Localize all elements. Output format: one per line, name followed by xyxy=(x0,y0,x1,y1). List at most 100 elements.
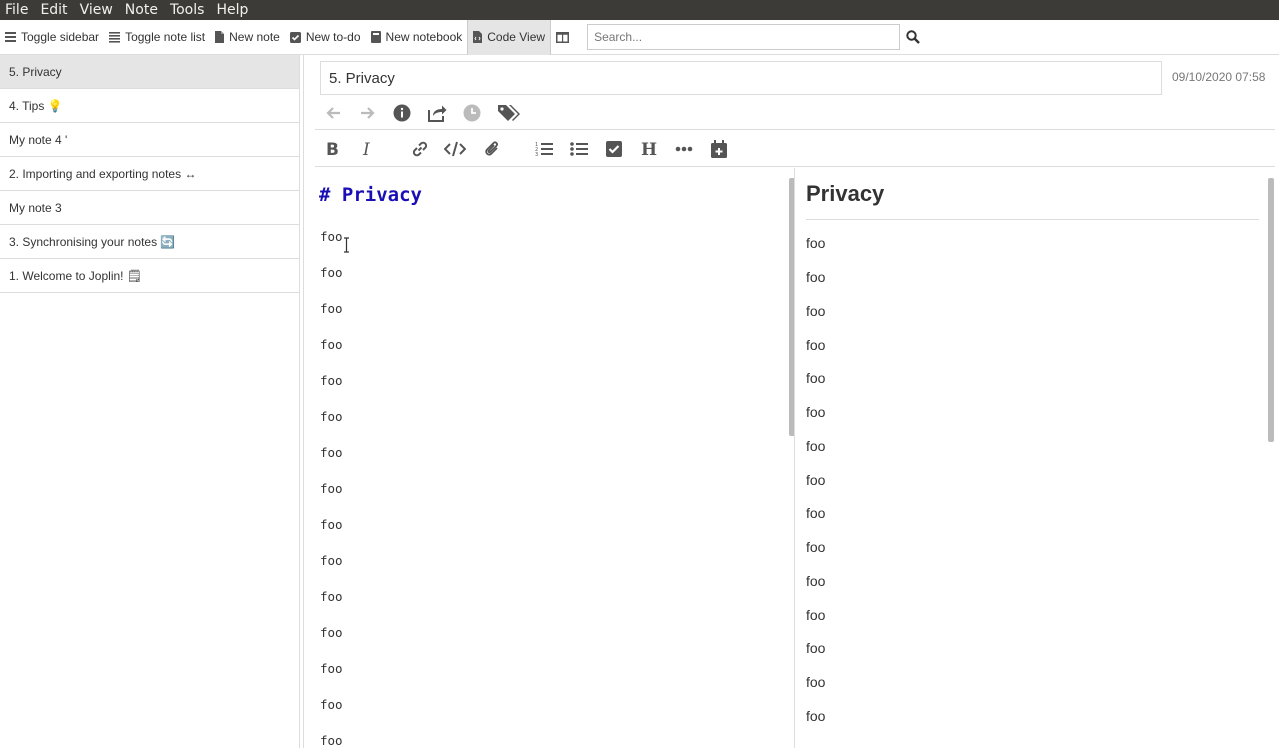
arrow-right-icon xyxy=(361,107,375,119)
svg-text:B: B xyxy=(326,141,339,157)
italic-icon: I xyxy=(362,141,370,157)
note-list-item-title: 2. Importing and exporting notes ↔ xyxy=(9,166,197,181)
editor-line: foo xyxy=(320,265,343,280)
note-list-item-title: My note 3 xyxy=(9,200,62,215)
editor-line: foo xyxy=(320,445,343,460)
insert-date-button[interactable] xyxy=(707,137,731,161)
checklist-button[interactable] xyxy=(602,137,626,161)
search-icon xyxy=(906,30,920,44)
text-cursor-icon xyxy=(344,237,349,253)
numbered-list-icon: 123 xyxy=(535,142,553,157)
editor-line: foo xyxy=(320,697,343,712)
columns-icon xyxy=(556,31,570,43)
forward-button[interactable] xyxy=(356,101,380,125)
note-list-item[interactable]: My note 4 ' xyxy=(0,123,299,157)
tags-button[interactable] xyxy=(496,101,522,125)
code-view-button[interactable]: Code View xyxy=(467,19,552,55)
editor-line: foo xyxy=(320,517,343,532)
main-toolbar: Toggle sidebar Toggle note list New note… xyxy=(0,19,1279,55)
menu-edit[interactable]: Edit xyxy=(34,0,73,20)
toggle-note-list-label: Toggle note list xyxy=(125,30,206,44)
editor-line: foo xyxy=(320,625,343,640)
markdown-preview: Privacy foo foo foo foo foo foo foo foo … xyxy=(796,168,1279,748)
paperclip-icon xyxy=(485,141,498,156)
code-button[interactable] xyxy=(443,137,467,161)
preview-line: foo xyxy=(806,404,826,420)
menu-bar: File Edit View Note Tools Help xyxy=(0,0,1279,20)
note-title-text: 5. Privacy xyxy=(329,69,395,87)
layout-toggle-button[interactable] xyxy=(551,20,579,55)
toggle-sidebar-button[interactable]: Toggle sidebar xyxy=(0,20,104,55)
editor-scrollbar[interactable] xyxy=(789,178,794,436)
new-notebook-button[interactable]: New notebook xyxy=(366,20,468,55)
preview-heading: Privacy xyxy=(806,181,1259,220)
checkbox-icon xyxy=(289,31,301,43)
link-button[interactable] xyxy=(408,137,432,161)
alarm-button[interactable] xyxy=(460,101,484,125)
back-button[interactable] xyxy=(321,101,345,125)
preview-line: foo xyxy=(806,337,826,353)
menu-note[interactable]: Note xyxy=(119,0,164,20)
preview-line: foo xyxy=(806,370,826,386)
preview-line: foo xyxy=(806,640,826,656)
preview-line: foo xyxy=(806,607,826,623)
heading-button[interactable]: H xyxy=(637,137,661,161)
share-icon xyxy=(428,105,447,122)
list-icon xyxy=(109,31,121,43)
toggle-note-list-button[interactable]: Toggle note list xyxy=(104,20,210,55)
italic-button[interactable]: I xyxy=(356,137,380,161)
bold-icon: B xyxy=(326,141,339,157)
numbered-list-button[interactable]: 123 xyxy=(532,137,556,161)
note-info-button[interactable] xyxy=(390,101,414,125)
note-list-divider[interactable] xyxy=(303,55,304,748)
note-list: 5. Privacy 4. Tips 💡 My note 4 ' 2. Impo… xyxy=(0,55,300,748)
menu-view[interactable]: View xyxy=(74,0,119,20)
calendar-plus-icon xyxy=(711,140,727,158)
menu-tools[interactable]: Tools xyxy=(164,0,211,20)
note-list-item-title: 1. Welcome to Joplin! 🗒 xyxy=(9,268,143,283)
info-icon xyxy=(393,104,411,122)
preview-line: foo xyxy=(806,269,826,285)
new-todo-label: New to-do xyxy=(305,30,361,44)
svg-text:I: I xyxy=(362,141,370,157)
editor-line: foo xyxy=(320,337,343,352)
editor-line: foo xyxy=(320,373,343,388)
bullet-list-button[interactable] xyxy=(567,137,591,161)
note-list-item[interactable]: 5. Privacy xyxy=(0,55,299,89)
search-input[interactable] xyxy=(587,24,901,50)
preview-line: foo xyxy=(806,674,826,690)
checkbox-icon xyxy=(606,141,622,157)
bold-button[interactable]: B xyxy=(321,137,345,161)
new-note-button[interactable]: New note xyxy=(210,20,285,55)
note-toolbar xyxy=(315,96,1275,130)
menu-file[interactable]: File xyxy=(0,0,34,20)
new-note-label: New note xyxy=(229,30,280,44)
svg-text:3: 3 xyxy=(535,152,538,157)
preview-line: foo xyxy=(806,539,826,555)
attach-file-button[interactable] xyxy=(480,137,504,161)
note-list-item[interactable]: 2. Importing and exporting notes ↔ xyxy=(0,157,299,191)
note-list-item[interactable]: 1. Welcome to Joplin! 🗒 xyxy=(0,259,299,293)
menu-help[interactable]: Help xyxy=(210,0,254,20)
search-button[interactable] xyxy=(906,30,920,44)
horizontal-rule-button[interactable] xyxy=(672,137,696,161)
bullet-list-icon xyxy=(570,142,588,156)
preview-line: foo xyxy=(806,573,826,589)
markdown-editor[interactable]: # Privacy foo foo foo foo foo foo foo fo… xyxy=(305,168,795,748)
editor-heading: # Privacy xyxy=(319,184,422,206)
share-button[interactable] xyxy=(425,101,449,125)
toggle-sidebar-label: Toggle sidebar xyxy=(21,30,100,44)
code-icon xyxy=(444,141,466,157)
markdown-toolbar: B I 123 H xyxy=(315,131,1275,167)
preview-scrollbar[interactable] xyxy=(1268,178,1274,442)
editor-line: foo xyxy=(320,553,343,568)
clock-icon xyxy=(463,104,481,122)
new-todo-button[interactable]: New to-do xyxy=(285,20,366,55)
note-list-item[interactable]: My note 3 xyxy=(0,191,299,225)
svg-text:H: H xyxy=(641,141,657,157)
note-title-input[interactable]: 5. Privacy xyxy=(320,61,1162,95)
note-list-item[interactable]: 4. Tips 💡 xyxy=(0,89,299,123)
note-list-item[interactable]: 3. Synchronising your notes 🔄 xyxy=(0,225,299,259)
preview-line: foo xyxy=(806,303,826,319)
book-icon xyxy=(370,31,381,43)
